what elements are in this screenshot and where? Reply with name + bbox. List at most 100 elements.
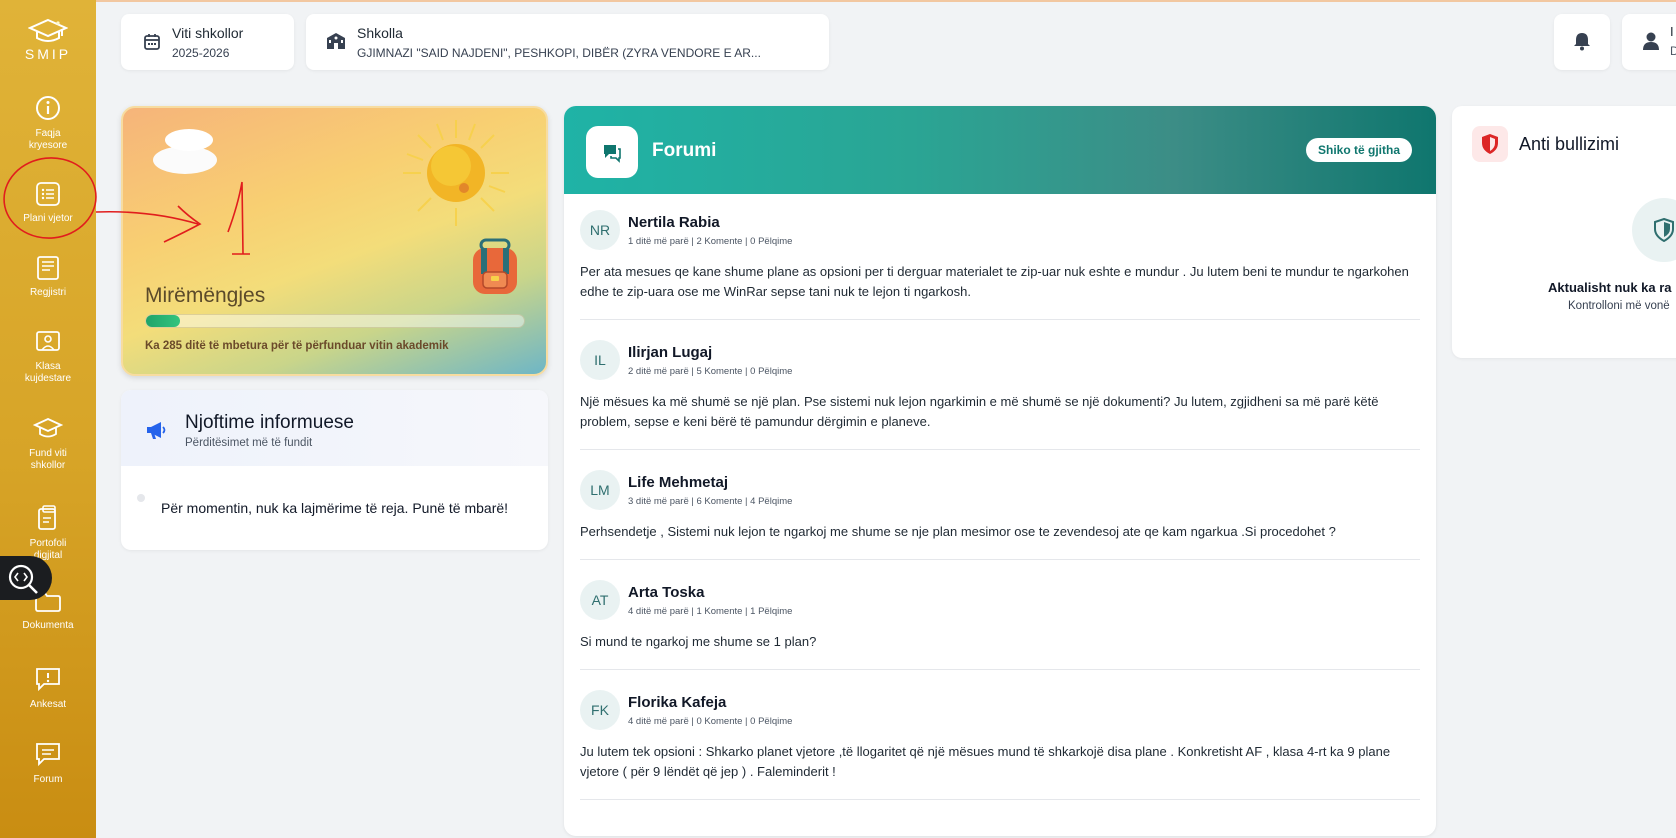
magnifier-icon — [8, 564, 38, 594]
school-value: GJIMNAZI "SAID NAJDENI", PESHKOPI, DIBËR… — [357, 46, 761, 60]
progress-fill — [146, 315, 181, 327]
bell-icon — [1574, 33, 1590, 51]
notifications-button[interactable] — [1554, 14, 1610, 70]
user-icon — [1643, 32, 1659, 50]
shield-icon — [1482, 134, 1498, 154]
sidebar-item-class[interactable]: Klasa kujdestare — [0, 329, 96, 385]
forum-logo — [586, 126, 638, 178]
logo-text: SMIP — [24, 46, 72, 62]
forum-chat-icon — [604, 145, 621, 163]
post-divider — [580, 559, 1420, 560]
post-meta: 3 ditë më parë | 6 Komente | 4 Pëlqime — [628, 496, 793, 507]
clipboard-icon — [38, 505, 56, 530]
post-divider — [580, 669, 1420, 670]
anti-status-circle — [1632, 198, 1676, 262]
sidebar-item-portfolio[interactable]: Portofoli digjital — [0, 504, 96, 562]
graduation-cap-icon — [33, 418, 63, 438]
sidebar-item-label: Faqja — [35, 128, 61, 139]
calendar-icon — [144, 34, 160, 50]
classroom-icon — [36, 331, 60, 351]
avatar: FK — [580, 690, 620, 730]
school-year-value: 2025-2026 — [172, 46, 230, 60]
megaphone-icon — [147, 422, 166, 439]
sidebar-item-label: Forum — [33, 774, 63, 785]
post-text: Per ata mesues qe kane shume plane as op… — [580, 264, 1409, 299]
school-building-icon — [327, 33, 345, 49]
avatar: NR — [580, 210, 620, 250]
alert-message-icon — [36, 668, 60, 692]
news-empty-message: Për momentin, nuk ka lajmërime të reja. … — [161, 500, 509, 516]
anti-bullying-badge — [1472, 126, 1508, 162]
user-name-partial: I — [1670, 24, 1674, 39]
forum-title: Forumi — [652, 140, 717, 161]
post-divider — [580, 319, 1420, 320]
post-meta: 2 ditë më parë | 5 Komente | 0 Pëlqime — [628, 366, 793, 377]
news-card: Njoftime informuese Përditësimet më të f… — [121, 390, 548, 550]
post-divider — [580, 799, 1420, 800]
sidebar-item-label: kryesore — [28, 140, 68, 151]
days-remaining-text: Ka 285 ditë të mbetura për të përfunduar… — [145, 340, 449, 352]
greeting: Mirëmëngjes — [145, 284, 266, 307]
anti-bullying-status: Aktualisht nuk ka ra — [1548, 280, 1672, 295]
info-icon — [36, 96, 60, 120]
screen-reader-widget[interactable] — [0, 556, 52, 600]
post-meta: 4 ditë më parë | 1 Komente | 1 Pëlqime — [628, 606, 793, 617]
sidebar-item-label: Portofoli — [29, 538, 67, 549]
post-text: Perhsendetje , Sistemi nuk lejon te ngar… — [580, 524, 1336, 539]
post-text: Një mësues ka më shumë se një plan. Pse … — [580, 394, 1379, 429]
news-header: Njoftime informuese Përditësimet më të f… — [121, 390, 548, 466]
sun-icon — [403, 120, 509, 226]
school-selector[interactable]: Shkolla GJIMNAZI "SAID NAJDENI", PESHKOP… — [306, 14, 829, 70]
sidebar-item-annual-plan[interactable]: Plani vjetor — [0, 181, 96, 225]
sidebar: SMIP Faqja kryesore Plani vjetor Regjist… — [0, 0, 96, 838]
chat-icon — [36, 743, 60, 767]
news-subtitle: Përditësimet më të fundit — [185, 437, 313, 449]
user-role-partial: D — [1670, 44, 1676, 58]
sidebar-item-label: Klasa — [35, 361, 61, 372]
sidebar-item-label: kujdestare — [24, 373, 72, 384]
backpack-icon — [473, 238, 517, 294]
sidebar-item-complaints[interactable]: Ankesat — [0, 665, 96, 711]
academic-year-progress — [145, 314, 525, 328]
school-year-selector[interactable]: Viti shkollor 2025-2026 — [121, 14, 294, 70]
post-text: Si mund te ngarkoj me shume se 1 plan? — [580, 634, 817, 649]
sidebar-item-label: Ankesat — [29, 699, 67, 710]
news-title: Njoftime informuese — [185, 412, 354, 433]
post-author[interactable]: Nertila Rabia — [628, 214, 720, 231]
post-author[interactable]: Life Mehmetaj — [628, 474, 728, 491]
school-year-title: Viti shkollor — [172, 25, 244, 41]
welcome-card: Mirëmëngjes Ka 285 ditë të mbetura për t… — [121, 106, 548, 376]
avatar: IL — [580, 340, 620, 380]
post-author[interactable]: Arta Toska — [628, 584, 704, 601]
post-author[interactable]: Ilirjan Lugaj — [628, 344, 712, 361]
sidebar-item-label: Fund viti — [29, 448, 67, 459]
shield-icon — [1654, 218, 1674, 242]
sidebar-item-label: Plani vjetor — [23, 213, 73, 224]
list-icon — [36, 182, 60, 206]
sidebar-item-home[interactable]: Faqja kryesore — [0, 94, 96, 152]
sidebar-item-forum[interactable]: Forum — [0, 740, 96, 786]
post-meta: 4 ditë më parë | 0 Komente | 0 Pëlqime — [628, 716, 793, 727]
anti-bullying-note: Kontrolloni më vonë — [1568, 300, 1670, 312]
post-text: Ju lutem tek opsioni : Shkarko planet vj… — [580, 744, 1391, 779]
post-meta: 1 ditë më parë | 2 Komente | 0 Pëlqime — [628, 236, 793, 247]
sidebar-item-label: shkollor — [30, 460, 66, 471]
sidebar-item-label: Dokumenta — [22, 620, 74, 631]
bullet-dot — [137, 494, 145, 502]
view-all-button[interactable]: Shiko të gjitha — [1305, 138, 1412, 162]
post-divider — [580, 449, 1420, 450]
school-title: Shkolla — [357, 25, 403, 41]
forum-card: Forumi Shiko të gjitha NR Nertila Rabia … — [564, 106, 1436, 836]
logo[interactable]: SMIP — [0, 18, 96, 62]
forum-header: Forumi Shiko të gjitha — [564, 106, 1436, 194]
post-author[interactable]: Florika Kafeja — [628, 694, 726, 711]
sidebar-item-register[interactable]: Regjistri — [0, 255, 96, 299]
cloud-icon — [153, 129, 217, 174]
graduation-cap-logo-icon — [28, 18, 68, 42]
sidebar-item-label: Regjistri — [29, 287, 67, 298]
book-icon — [37, 256, 59, 280]
avatar: AT — [580, 580, 620, 620]
sidebar-item-year-end[interactable]: Fund viti shkollor — [0, 416, 96, 472]
avatar: LM — [580, 470, 620, 510]
user-menu-button[interactable]: I D — [1622, 14, 1676, 70]
